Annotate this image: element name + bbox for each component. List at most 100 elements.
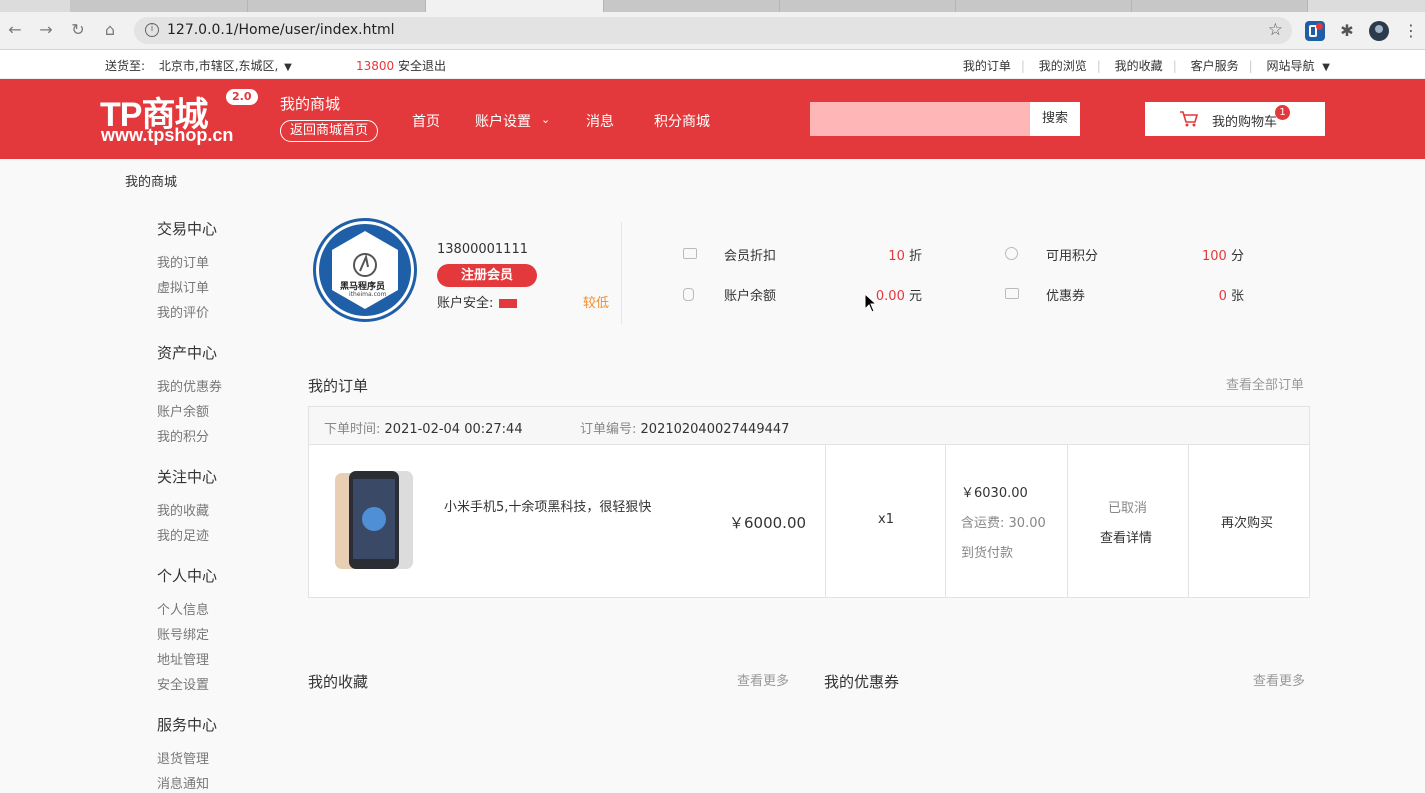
view-details-link[interactable]: 查看详情 — [1100, 527, 1152, 546]
top-link-sitenav[interactable]: 网站导航 — [1266, 59, 1314, 73]
orders-section-title: 我的订单 — [308, 377, 369, 395]
order-row: 小米手机5,十余项黑科技，很轻狠快 ￥6000.00 x1 ￥6030.00 含… — [309, 445, 1309, 597]
sidebar-group-personal: 个人中心 — [157, 567, 218, 585]
stat-points-unit: 分 — [1230, 249, 1244, 264]
user-links: 13800 安全退出 — [356, 57, 446, 74]
top-info-bar: 送货至: 北京市,市辖区,东城区, ▼ 13800 安全退出 我的订单 | 我的浏… — [0, 50, 1425, 79]
region-selector[interactable]: 北京市,市辖区,东城区, — [159, 59, 278, 73]
sidebar-item-security[interactable]: 安全设置 — [157, 674, 209, 693]
url-text[interactable]: 127.0.0.1/Home/user/index.html — [167, 22, 394, 38]
chevron-down-icon[interactable]: ▼ — [1322, 62, 1330, 73]
cart-button[interactable]: 我的购物车 1 — [1145, 102, 1325, 136]
search-input[interactable] — [810, 102, 1030, 136]
sidebar-item-reviews[interactable]: 我的评价 — [157, 302, 209, 321]
stat-points-value[interactable]: 100 分 — [1180, 245, 1244, 264]
breadcrumb[interactable]: 我的商城 — [125, 171, 177, 190]
forward-arrow-icon[interactable]: → — [36, 20, 56, 40]
order-time-label: 下单时间: — [324, 422, 381, 437]
browser-tab[interactable] — [780, 0, 956, 12]
chevron-down-icon[interactable]: ⌄ — [541, 113, 550, 126]
order-number-label: 订单编号: — [580, 422, 637, 437]
sidebar-item-favorites[interactable]: 我的收藏 — [157, 500, 209, 519]
stat-coupons-value[interactable]: 0 张 — [1180, 285, 1244, 304]
order-number-value[interactable]: 202102040027449447 — [641, 422, 790, 437]
browser-toolbar: ← → ↻ ⌂ i 127.0.0.1/Home/user/index.html… — [0, 12, 1425, 50]
sidebar-item-account-binding[interactable]: 账号绑定 — [157, 624, 209, 643]
product-name-link[interactable]: 小米手机5,十余项黑科技，很轻狠快 — [444, 499, 654, 517]
total-cell: ￥6030.00 含运费: 30.00 到货付款 — [945, 445, 1067, 597]
sidebar-item-balance[interactable]: 账户余额 — [157, 401, 209, 420]
puzzle-extensions-icon[interactable]: ✱ — [1337, 21, 1357, 41]
status-cell: 已取消 查看详情 — [1067, 445, 1188, 597]
top-link-history[interactable]: 我的浏览 — [1039, 59, 1087, 73]
site-logo[interactable]: TP商城 2.0 www.tpshop.cn — [100, 87, 265, 151]
stat-discount-label: 会员折扣 — [724, 249, 777, 264]
extension-icon[interactable] — [1305, 21, 1325, 41]
sidebar-item-footprints[interactable]: 我的足迹 — [157, 525, 209, 544]
site-info-icon[interactable]: i — [145, 23, 159, 37]
sidebar-item-virtual-orders[interactable]: 虚拟订单 — [157, 277, 209, 296]
user-phone-link[interactable]: 13800 — [356, 59, 394, 73]
rebuy-button[interactable]: 再次购买 — [1221, 512, 1273, 531]
browser-tab[interactable] — [604, 0, 780, 12]
address-bar[interactable]: i 127.0.0.1/Home/user/index.html ☆ — [134, 17, 1292, 44]
sidebar-item-profile[interactable]: 个人信息 — [157, 599, 209, 618]
avatar-subtext: itheima.com — [349, 291, 387, 298]
reload-icon[interactable]: ↻ — [68, 20, 88, 40]
browser-tab-active[interactable] — [426, 0, 604, 12]
order-card: 下单时间: 2021-02-04 00:27:44 订单编号: 20210204… — [308, 406, 1310, 598]
top-link-favorites[interactable]: 我的收藏 — [1115, 59, 1163, 73]
divider: | — [1248, 59, 1253, 73]
ship-to-label: 送货至: — [105, 59, 146, 73]
stat-balance-unit: 元 — [908, 289, 922, 304]
stat-coupons-unit: 张 — [1230, 289, 1244, 304]
browser-menu-icon[interactable]: ⋮ — [1401, 21, 1421, 41]
sidebar-item-addresses[interactable]: 地址管理 — [157, 649, 209, 668]
browser-tab[interactable] — [248, 0, 426, 12]
security-level-text: 较低 — [583, 296, 610, 311]
search-button[interactable]: 搜索 — [1030, 102, 1080, 136]
stat-discount-value: 10 折 — [860, 245, 922, 264]
stat-balance-number: 0.00 — [875, 289, 905, 304]
sidebar-item-coupons[interactable]: 我的优惠券 — [157, 376, 222, 395]
coupons-more-link[interactable]: 查看更多 — [1253, 670, 1305, 689]
quantity-cell: x1 — [825, 445, 945, 597]
stat-balance-label: 账户余额 — [724, 289, 777, 304]
chevron-down-icon[interactable]: ▼ — [284, 62, 292, 73]
stat-points-number: 100 — [1202, 249, 1227, 264]
favorites-more-link[interactable]: 查看更多 — [737, 670, 789, 689]
top-link-orders[interactable]: 我的订单 — [963, 59, 1011, 73]
logout-link[interactable]: 安全退出 — [398, 59, 446, 73]
top-link-service[interactable]: 客户服务 — [1191, 59, 1239, 73]
view-all-orders-link[interactable]: 查看全部订单 — [1226, 374, 1304, 393]
back-home-button[interactable]: 返回商城首页 — [280, 120, 379, 142]
back-arrow-icon[interactable]: ← — [5, 20, 25, 40]
product-price: ￥6000.00 — [729, 514, 807, 532]
profile-phone: 13800001111 — [437, 242, 528, 257]
product-image[interactable] — [329, 471, 421, 571]
avatar[interactable]: 黑马程序员 itheima.com — [313, 218, 417, 322]
browser-tab[interactable] — [70, 0, 248, 12]
card-icon — [683, 248, 697, 259]
sidebar-item-returns[interactable]: 退货管理 — [157, 748, 209, 767]
sidebar-item-notifications[interactable]: 消息通知 — [157, 773, 209, 792]
stat-coupons-label: 优惠券 — [1046, 289, 1086, 304]
nav-account-settings[interactable]: 账户设置 — [475, 111, 531, 131]
home-icon[interactable]: ⌂ — [100, 20, 120, 40]
bookmark-star-icon[interactable]: ☆ — [1268, 20, 1283, 40]
sidebar-item-orders[interactable]: 我的订单 — [157, 252, 209, 271]
my-mall-title: 我的商城 — [280, 95, 341, 113]
ship-to[interactable]: 送货至: 北京市,市辖区,东城区, ▼ — [105, 57, 292, 74]
top-links: 我的订单 | 我的浏览 | 我的收藏 | 客户服务 | 网站导航 ▼ — [953, 57, 1330, 74]
browser-tab[interactable] — [1132, 0, 1308, 12]
profile-avatar-icon[interactable] — [1369, 21, 1389, 41]
order-number: 订单编号: 202102040027449447 — [580, 418, 789, 437]
browser-tab[interactable] — [956, 0, 1132, 12]
nav-messages[interactable]: 消息 — [586, 111, 614, 131]
nav-points-mall[interactable]: 积分商城 — [654, 111, 710, 131]
action-cell: 再次购买 — [1188, 445, 1309, 597]
member-level-badge: 注册会员 — [437, 264, 537, 287]
sidebar-item-points[interactable]: 我的积分 — [157, 426, 209, 445]
security-label: 账户安全: — [437, 296, 494, 311]
nav-home[interactable]: 首页 — [412, 111, 440, 131]
